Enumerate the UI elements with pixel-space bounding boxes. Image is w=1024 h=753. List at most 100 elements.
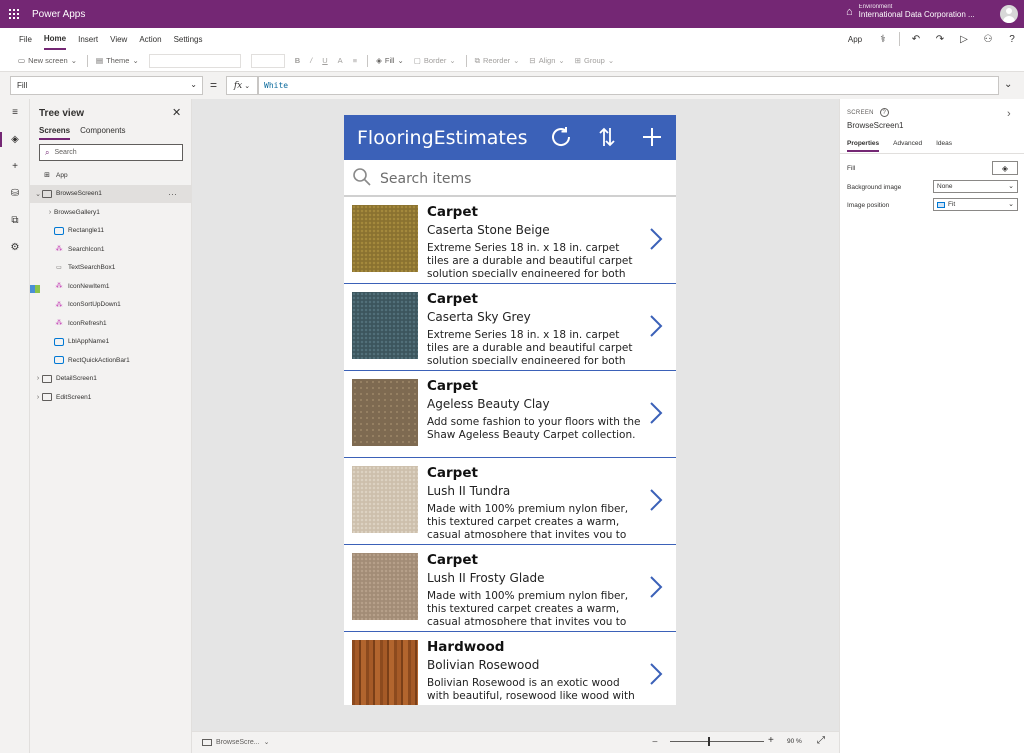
- item-description: Extreme Series 18 in. x 18 in. carpet ti…: [427, 242, 633, 277]
- tree-node[interactable]: RectQuickActionBar1: [30, 351, 191, 370]
- tree-node[interactable]: ⁂ IconNewItem1: [30, 277, 191, 296]
- app-search-box[interactable]: Search items: [344, 160, 676, 197]
- app-name-label[interactable]: FlooringEstimates: [357, 127, 527, 149]
- fill-color-picker[interactable]: ◈: [992, 161, 1018, 175]
- expand-caret-icon[interactable]: ⌄: [34, 190, 42, 198]
- play-icon[interactable]: ▷: [952, 34, 976, 45]
- hamburger-menu-icon[interactable]: ≡: [0, 99, 30, 126]
- theme-button[interactable]: ▤ Theme ⌄: [96, 56, 139, 65]
- tab-advanced[interactable]: Advanced: [893, 140, 922, 152]
- tab-screens[interactable]: Screens: [39, 126, 71, 140]
- bold-button[interactable]: B: [295, 56, 300, 65]
- font-family-select[interactable]: [148, 53, 241, 68]
- data-cylinder-icon[interactable]: ⛁: [0, 180, 30, 207]
- fit-to-window-icon[interactable]: ⤢: [817, 735, 825, 746]
- reorder-button[interactable]: ⧉ Reorder ⌄: [475, 56, 520, 66]
- chevron-right-icon[interactable]: [648, 401, 664, 425]
- image-position-dropdown[interactable]: Fit ⌄: [933, 198, 1018, 211]
- help-icon[interactable]: ?: [879, 108, 889, 117]
- gallery-item[interactable]: Carpet Ageless Beauty Clay Add some fashio…: [344, 371, 676, 458]
- new-screen-button[interactable]: ▭ New screen ⌄: [18, 56, 77, 65]
- tree-node[interactable]: ⊞ App: [30, 166, 191, 185]
- advanced-tools-icon[interactable]: ⚙: [0, 234, 30, 261]
- align-button[interactable]: ⊟ Align ⌄: [529, 56, 564, 65]
- tree-node[interactable]: ⁂ IconRefresh1: [30, 314, 191, 333]
- tree-node[interactable]: ▭ TextSearchBox1: [30, 259, 191, 278]
- redo-icon[interactable]: ↷: [928, 34, 952, 45]
- chevron-right-icon[interactable]: [648, 314, 664, 338]
- menu-settings[interactable]: Settings: [174, 28, 203, 50]
- chevron-right-icon[interactable]: [648, 575, 664, 599]
- property-dropdown[interactable]: Fill ⌄: [10, 76, 203, 95]
- font-size-select[interactable]: [250, 53, 285, 68]
- collapse-pane-chevron-icon[interactable]: ›: [1007, 108, 1011, 120]
- gallery-item[interactable]: Carpet Caserta Sky Grey Extreme Series 18 …: [344, 284, 676, 371]
- menu-insert[interactable]: Insert: [78, 28, 98, 50]
- menu-file[interactable]: File: [19, 28, 32, 50]
- app-screen-preview[interactable]: FlooringEstimates Search items Carpet Cas…: [344, 115, 676, 705]
- gallery-item[interactable]: Hardwood Bolivian Rosewood Bolivian Rosewo…: [344, 632, 676, 705]
- tree-node[interactable]: LblAppName1: [30, 333, 191, 352]
- formula-input[interactable]: White: [258, 76, 999, 95]
- fill-label: Fill: [847, 165, 856, 172]
- tree-node-label: DetailScreen1: [56, 375, 97, 383]
- share-user-icon[interactable]: ⚇: [976, 34, 1000, 45]
- expand-formula-chevron-icon[interactable]: ⌄: [1004, 79, 1012, 90]
- border-button[interactable]: ▢ Border ⌄: [414, 56, 456, 65]
- stethoscope-icon[interactable]: ⚕: [871, 34, 895, 45]
- align-text-button[interactable]: ≡: [353, 56, 357, 65]
- app-launcher-waffle-icon[interactable]: [0, 0, 28, 28]
- app-checker-label[interactable]: App: [839, 35, 871, 44]
- product-title[interactable]: Power Apps: [32, 9, 85, 20]
- tree-node[interactable]: ⁂ IconSortUpDown1: [30, 296, 191, 315]
- tree-node[interactable]: ⁂ SearchIcon1: [30, 240, 191, 259]
- control-name[interactable]: BrowseScreen1: [847, 121, 903, 130]
- tree-node[interactable]: › EditScreen1: [30, 388, 191, 407]
- gallery-item[interactable]: Carpet Caserta Stone Beige Extreme Series …: [344, 197, 676, 284]
- font-color-button[interactable]: A: [338, 56, 343, 65]
- expand-caret-icon[interactable]: ›: [46, 209, 54, 216]
- expand-caret-icon[interactable]: ›: [34, 394, 42, 401]
- menu-view[interactable]: View: [110, 28, 127, 50]
- group-button[interactable]: ⊞ Group ⌄: [575, 56, 614, 65]
- gallery-item[interactable]: Carpet Lush II Tundra Made with 100% premi…: [344, 458, 676, 545]
- zoom-out-button[interactable]: −: [652, 737, 658, 748]
- menu-home[interactable]: Home: [43, 28, 67, 50]
- fill-button[interactable]: ◈ Fill ⌄: [376, 56, 404, 65]
- menu-action[interactable]: Action: [139, 28, 161, 50]
- tree-node[interactable]: Rectangle11: [30, 222, 191, 241]
- italic-button[interactable]: /: [310, 56, 312, 65]
- sort-up-down-icon[interactable]: [593, 123, 621, 151]
- tab-ideas[interactable]: Ideas: [936, 140, 952, 152]
- gallery-item[interactable]: Carpet Lush II Frosty Glade Made with 100%…: [344, 545, 676, 632]
- tree-view-layers-icon[interactable]: ◈: [0, 126, 30, 153]
- zoom-slider-thumb[interactable]: [708, 737, 710, 746]
- help-icon[interactable]: ?: [1000, 34, 1024, 45]
- user-avatar[interactable]: [1000, 5, 1018, 23]
- close-icon[interactable]: ✕: [172, 106, 181, 119]
- environment-picker[interactable]: ⌂ Environment International Data Corpora…: [846, 4, 975, 19]
- add-new-item-icon[interactable]: [638, 123, 666, 151]
- background-image-dropdown[interactable]: None ⌄: [933, 180, 1018, 193]
- undo-icon[interactable]: ↶: [904, 34, 928, 45]
- chevron-right-icon[interactable]: [648, 488, 664, 512]
- media-icon[interactable]: ⧉: [0, 207, 30, 234]
- zoom-slider-track[interactable]: [670, 741, 764, 742]
- tree-node[interactable]: ⌄ BrowseScreen1 ···: [30, 184, 191, 203]
- chevron-right-icon[interactable]: [648, 662, 664, 686]
- tab-components[interactable]: Components: [80, 126, 125, 140]
- insert-plus-icon[interactable]: +: [0, 153, 30, 180]
- tree-search-input[interactable]: ⌕ Search: [39, 144, 183, 161]
- underline-button[interactable]: U: [322, 56, 327, 65]
- more-options-icon[interactable]: ···: [168, 189, 177, 199]
- zoom-in-button[interactable]: +: [768, 735, 774, 746]
- chevron-right-icon[interactable]: [648, 227, 664, 251]
- function-picker-button[interactable]: fx ⌄: [226, 76, 258, 95]
- tab-properties[interactable]: Properties: [847, 140, 880, 152]
- product-thumbnail-image: [352, 379, 418, 446]
- refresh-icon[interactable]: [547, 123, 575, 151]
- expand-caret-icon[interactable]: ›: [34, 375, 42, 382]
- tree-node[interactable]: › BrowseGallery1: [30, 203, 191, 293]
- screen-selector[interactable]: BrowseScre... ⌄: [202, 738, 269, 746]
- tree-node[interactable]: › DetailScreen1: [30, 370, 191, 389]
